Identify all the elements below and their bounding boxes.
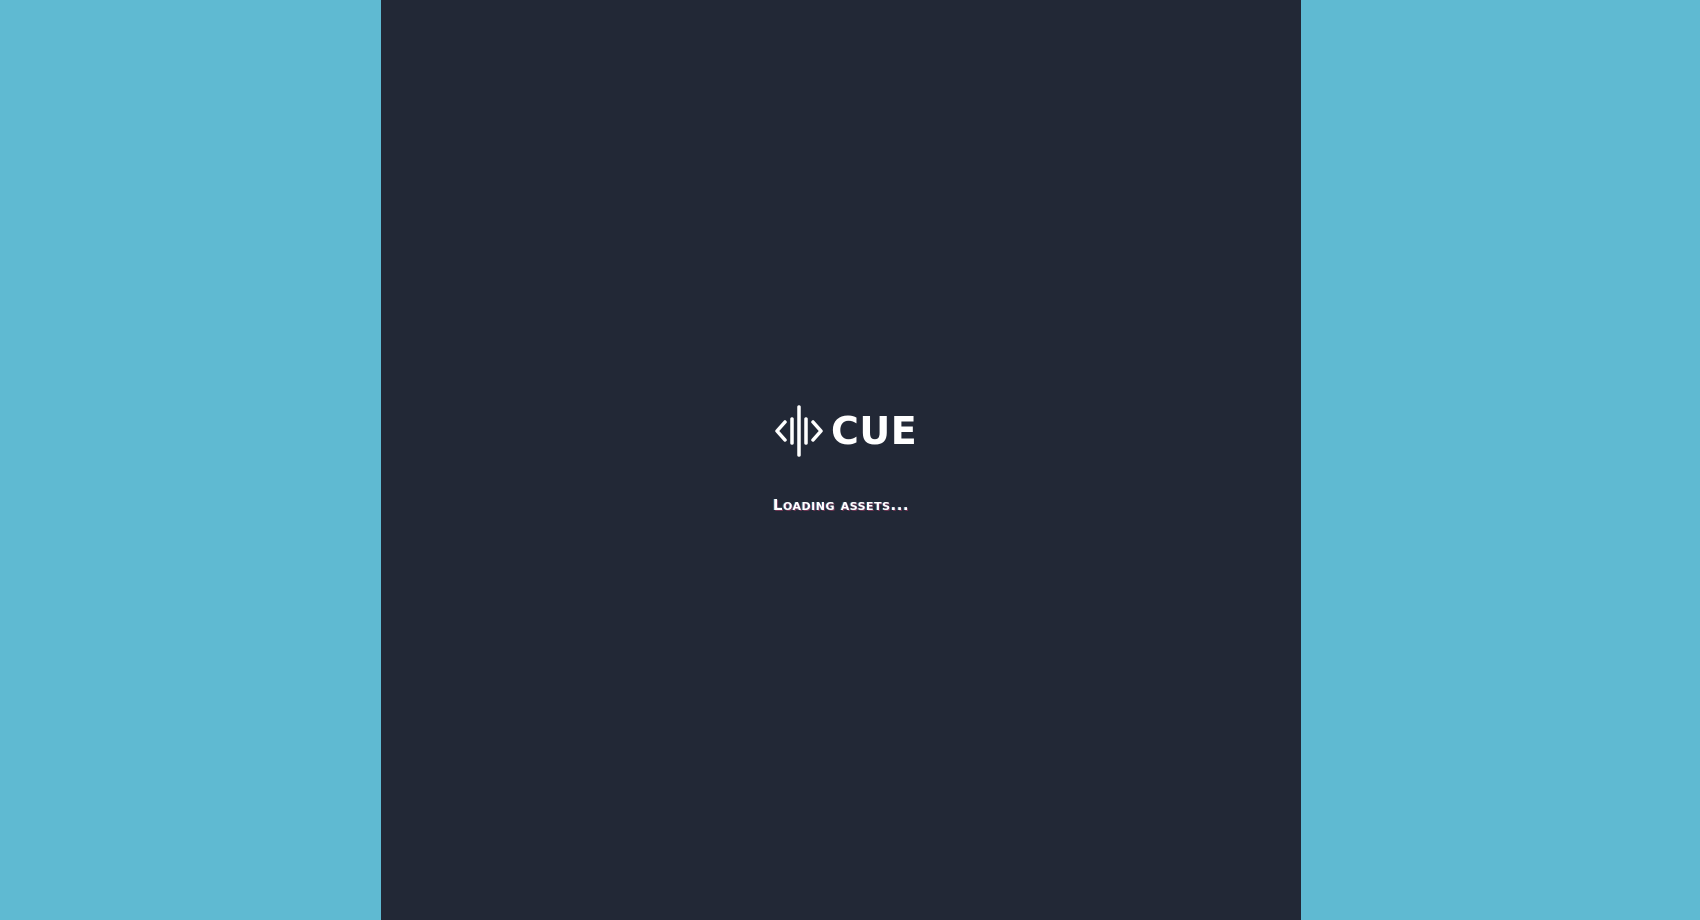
audio-waveform-code-icon — [775, 405, 823, 457]
brand-name: CUE — [831, 409, 918, 453]
loading-status-text: Loading assets... — [772, 496, 910, 514]
game-stage: CUE Loading assets... — [381, 0, 1301, 920]
brand-logo: CUE — [773, 405, 917, 457]
